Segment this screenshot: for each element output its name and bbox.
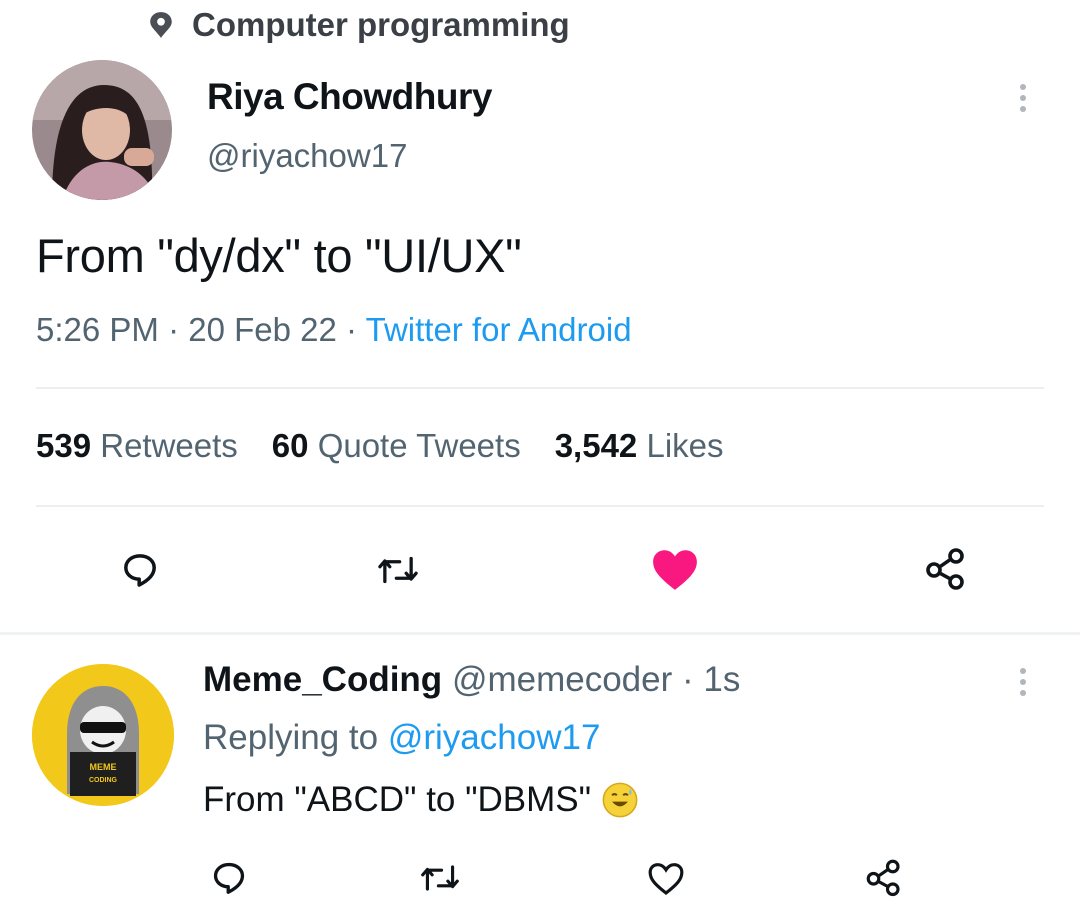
author-handle[interactable]: @riyachow17 (207, 137, 407, 175)
retweets-label: Retweets (100, 427, 238, 464)
avatar[interactable] (32, 60, 172, 200)
retweets-count: 539 (36, 427, 92, 464)
retweet-button[interactable] (368, 545, 428, 595)
heart-outline-icon (648, 863, 684, 895)
reply-avatar[interactable]: MEME CODING (32, 664, 174, 806)
replying-prefix: Replying to (203, 718, 379, 757)
reply-share-button[interactable] (858, 852, 910, 902)
quote-tweets-stat[interactable]: 60 Quote Tweets (272, 427, 521, 465)
reply-retweet-button[interactable] (412, 855, 468, 901)
reply-reply-button[interactable] (203, 855, 255, 901)
reply-author-handle[interactable]: @memecoder (452, 660, 672, 699)
reply-icon (124, 554, 156, 587)
share-button[interactable] (918, 540, 974, 596)
retweet-icon (378, 556, 418, 584)
likes-stat[interactable]: 3,542 Likes (555, 427, 724, 465)
reply-icon (213, 862, 245, 894)
author-name[interactable]: Riya Chowdhury (207, 76, 492, 118)
tweet-time: 5:26 PM (36, 311, 159, 348)
quotes-label: Quote Tweets (317, 427, 521, 464)
reply-text-content: From "ABCD" to "DBMS" (203, 780, 592, 819)
section-separator (0, 632, 1080, 635)
logo-text-line-1: MEME (90, 762, 117, 772)
reply-like-button[interactable] (640, 855, 692, 901)
profile-photo (32, 60, 172, 200)
likes-count: 3,542 (554, 427, 638, 464)
reply-header: Meme_Coding @memecoder · 1s (203, 660, 741, 699)
more-icon[interactable] (1018, 84, 1028, 112)
divider (36, 505, 1044, 507)
reply-button[interactable] (110, 545, 170, 595)
topic-text: Computer programming (192, 6, 570, 43)
like-button[interactable] (645, 543, 705, 595)
reply-text: From "ABCD" to "DBMS" (203, 780, 639, 820)
divider (36, 387, 1044, 389)
logo-text-line-2: CODING (89, 777, 118, 784)
retweets-stat[interactable]: 539 Retweets (36, 427, 238, 465)
grinning-sweat-emoji-icon (602, 782, 638, 818)
replying-mention-link[interactable]: @riyachow17 (388, 718, 601, 757)
replying-to: Replying to @riyachow17 (203, 718, 600, 758)
share-icon (866, 859, 900, 897)
reply-author-name[interactable]: Meme_Coding (203, 660, 442, 699)
reply-age: 1s (703, 660, 741, 699)
tweet-text: From "dy/dx" to "UI/UX" (36, 229, 522, 282)
share-icon (926, 548, 964, 590)
hacker-mascot-icon: MEME CODING (32, 664, 174, 806)
retweet-icon (421, 865, 459, 891)
topic-label[interactable]: Computer programming (148, 6, 570, 44)
reply-more-icon[interactable] (1018, 668, 1028, 696)
topic-icon (150, 12, 172, 38)
tweet-date: 20 Feb 22 (188, 311, 337, 348)
heart-filled-icon (653, 550, 697, 590)
likes-label: Likes (646, 427, 724, 464)
tweet-source-link[interactable]: Twitter for Android (366, 311, 632, 348)
quotes-count: 60 (271, 427, 309, 464)
tweet-stats: 539 Retweets 60 Quote Tweets 3,542 Likes (36, 427, 724, 465)
tweet-meta: 5:26 PM · 20 Feb 22 · Twitter for Androi… (36, 311, 632, 348)
